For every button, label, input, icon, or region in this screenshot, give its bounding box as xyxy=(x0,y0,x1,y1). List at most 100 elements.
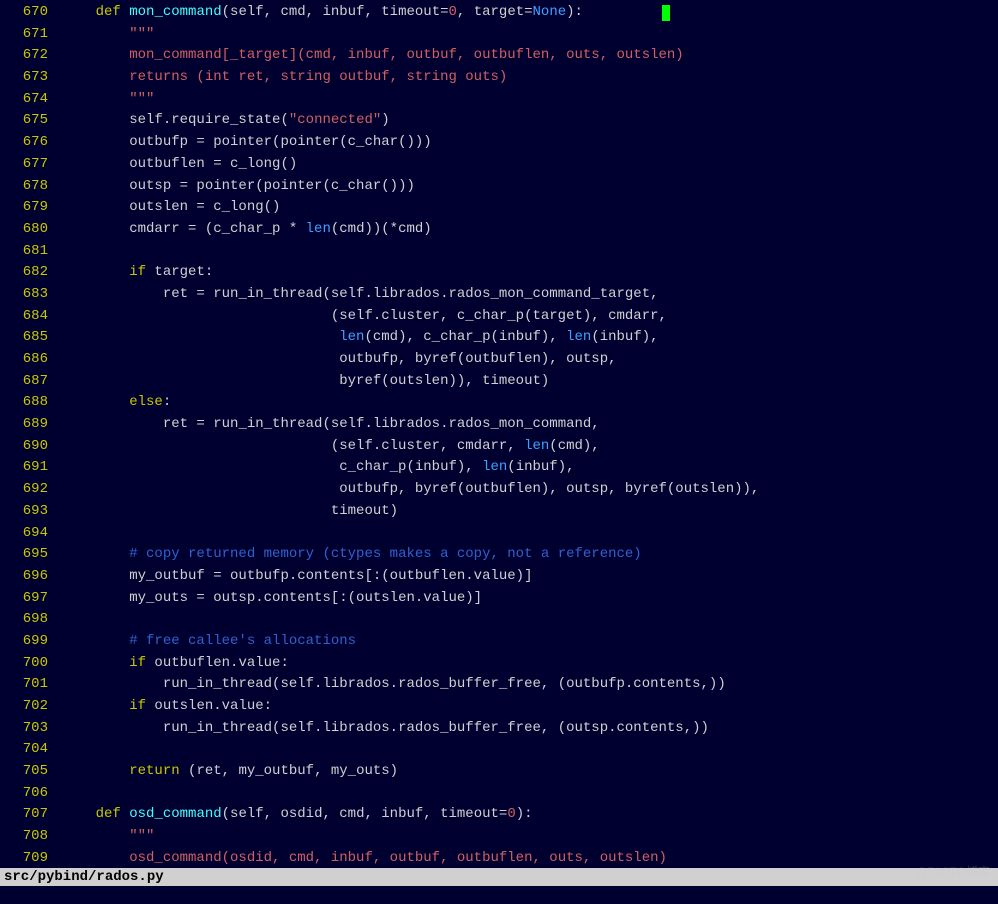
code-content[interactable]: if outbuflen.value: xyxy=(62,653,289,675)
line-number: 693 xyxy=(0,501,62,523)
code-content[interactable]: outbufp, byref(outbuflen), outsp, byref(… xyxy=(62,479,759,501)
code-content[interactable]: """ xyxy=(62,89,154,111)
code-content[interactable]: run_in_thread(self.librados.rados_buffer… xyxy=(62,718,709,740)
code-line[interactable]: 685 len(cmd), c_char_p(inbuf), len(inbuf… xyxy=(0,327,998,349)
code-content[interactable]: returns (int ret, string outbuf, string … xyxy=(62,67,507,89)
code-content[interactable]: def osd_command(self, osdid, cmd, inbuf,… xyxy=(62,804,533,826)
code-editor[interactable]: 670 def mon_command(self, cmd, inbuf, ti… xyxy=(0,0,998,870)
code-line[interactable]: 709 osd_command(osdid, cmd, inbuf, outbu… xyxy=(0,848,998,870)
line-number: 703 xyxy=(0,718,62,740)
code-content[interactable]: my_outs = outsp.contents[:(outslen.value… xyxy=(62,588,482,610)
code-content[interactable]: self.require_state("connected") xyxy=(62,110,390,132)
line-number: 672 xyxy=(0,45,62,67)
code-line[interactable]: 697 my_outs = outsp.contents[:(outslen.v… xyxy=(0,588,998,610)
code-content[interactable]: def mon_command(self, cmd, inbuf, timeou… xyxy=(62,2,583,24)
code-line[interactable]: 707 def osd_command(self, osdid, cmd, in… xyxy=(0,804,998,826)
code-line[interactable]: 693 timeout) xyxy=(0,501,998,523)
code-content[interactable]: byref(outslen)), timeout) xyxy=(62,371,549,393)
code-line[interactable]: 689 ret = run_in_thread(self.librados.ra… xyxy=(0,414,998,436)
line-number: 673 xyxy=(0,67,62,89)
code-line[interactable]: 670 def mon_command(self, cmd, inbuf, ti… xyxy=(0,2,998,24)
code-content[interactable]: return (ret, my_outbuf, my_outs) xyxy=(62,761,398,783)
line-number: 683 xyxy=(0,284,62,306)
code-line[interactable]: 692 outbufp, byref(outbuflen), outsp, by… xyxy=(0,479,998,501)
code-line[interactable]: 682 if target: xyxy=(0,262,998,284)
code-line[interactable]: 702 if outslen.value: xyxy=(0,696,998,718)
line-number: 679 xyxy=(0,197,62,219)
code-content[interactable]: osd_command(osdid, cmd, inbuf, outbuf, o… xyxy=(62,848,667,870)
code-content[interactable]: else: xyxy=(62,392,171,414)
line-number: 700 xyxy=(0,653,62,675)
code-line[interactable]: 698 xyxy=(0,609,998,631)
code-line[interactable]: 671 """ xyxy=(0,24,998,46)
line-number: 678 xyxy=(0,176,62,198)
code-line[interactable]: 686 outbufp, byref(outbuflen), outsp, xyxy=(0,349,998,371)
code-line[interactable]: 704 xyxy=(0,739,998,761)
code-line[interactable]: 700 if outbuflen.value: xyxy=(0,653,998,675)
line-number: 689 xyxy=(0,414,62,436)
line-number: 709 xyxy=(0,848,62,870)
code-line[interactable]: 679 outslen = c_long() xyxy=(0,197,998,219)
code-line[interactable]: 708 """ xyxy=(0,826,998,848)
code-line[interactable]: 705 return (ret, my_outbuf, my_outs) xyxy=(0,761,998,783)
code-content[interactable]: outbuflen = c_long() xyxy=(62,154,297,176)
line-number: 691 xyxy=(0,457,62,479)
code-content[interactable]: if outslen.value: xyxy=(62,696,272,718)
code-line[interactable]: 681 xyxy=(0,241,998,263)
code-content[interactable]: ret = run_in_thread(self.librados.rados_… xyxy=(62,414,600,436)
code-content[interactable]: run_in_thread(self.librados.rados_buffer… xyxy=(62,674,726,696)
code-line[interactable]: 694 xyxy=(0,523,998,545)
code-content[interactable]: outsp = pointer(pointer(c_char())) xyxy=(62,176,415,198)
code-line[interactable]: 684 (self.cluster, c_char_p(target), cmd… xyxy=(0,306,998,328)
line-number: 671 xyxy=(0,24,62,46)
line-number: 684 xyxy=(0,306,62,328)
code-content[interactable]: outbufp = pointer(pointer(c_char())) xyxy=(62,132,432,154)
code-line[interactable]: 690 (self.cluster, cmdarr, len(cmd), xyxy=(0,436,998,458)
line-number: 686 xyxy=(0,349,62,371)
code-content[interactable]: outbufp, byref(outbuflen), outsp, xyxy=(62,349,617,371)
code-line[interactable]: 673 returns (int ret, string outbuf, str… xyxy=(0,67,998,89)
line-number: 696 xyxy=(0,566,62,588)
code-content[interactable]: mon_command[_target](cmd, inbuf, outbuf,… xyxy=(62,45,684,67)
code-content[interactable]: (self.cluster, c_char_p(target), cmdarr, xyxy=(62,306,667,328)
line-number: 674 xyxy=(0,89,62,111)
code-line[interactable]: 699 # free callee's allocations xyxy=(0,631,998,653)
code-content[interactable]: outslen = c_long() xyxy=(62,197,280,219)
code-content[interactable]: cmdarr = (c_char_p * len(cmd))(*cmd) xyxy=(62,219,432,241)
code-content[interactable]: # free callee's allocations xyxy=(62,631,356,653)
line-number: 706 xyxy=(0,783,62,805)
line-number: 699 xyxy=(0,631,62,653)
code-content[interactable]: """ xyxy=(62,826,154,848)
code-content[interactable]: timeout) xyxy=(62,501,398,523)
code-line[interactable]: 678 outsp = pointer(pointer(c_char())) xyxy=(0,176,998,198)
code-content[interactable]: len(cmd), c_char_p(inbuf), len(inbuf), xyxy=(62,327,659,349)
file-path: src/pybind/rados.py xyxy=(4,869,164,885)
line-number: 708 xyxy=(0,826,62,848)
code-content[interactable]: ret = run_in_thread(self.librados.rados_… xyxy=(62,284,659,306)
code-content[interactable]: """ xyxy=(62,24,154,46)
command-line[interactable] xyxy=(0,886,998,904)
code-line[interactable]: 688 else: xyxy=(0,392,998,414)
code-content[interactable]: (self.cluster, cmdarr, len(cmd), xyxy=(62,436,600,458)
status-bar: src/pybind/rados.py xyxy=(0,868,998,886)
code-line[interactable]: 683 ret = run_in_thread(self.librados.ra… xyxy=(0,284,998,306)
code-line[interactable]: 677 outbuflen = c_long() xyxy=(0,154,998,176)
code-line[interactable]: 703 run_in_thread(self.librados.rados_bu… xyxy=(0,718,998,740)
code-line[interactable]: 695 # copy returned memory (ctypes makes… xyxy=(0,544,998,566)
code-line[interactable]: 672 mon_command[_target](cmd, inbuf, out… xyxy=(0,45,998,67)
code-content[interactable]: # copy returned memory (ctypes makes a c… xyxy=(62,544,642,566)
line-number: 705 xyxy=(0,761,62,783)
code-line[interactable]: 675 self.require_state("connected") xyxy=(0,110,998,132)
code-content[interactable]: if target: xyxy=(62,262,213,284)
code-line[interactable]: 687 byref(outslen)), timeout) xyxy=(0,371,998,393)
code-line[interactable]: 691 c_char_p(inbuf), len(inbuf), xyxy=(0,457,998,479)
code-content[interactable]: c_char_p(inbuf), len(inbuf), xyxy=(62,457,575,479)
code-line[interactable]: 706 xyxy=(0,783,998,805)
code-line[interactable]: 696 my_outbuf = outbufp.contents[:(outbu… xyxy=(0,566,998,588)
code-content[interactable]: my_outbuf = outbufp.contents[:(outbuflen… xyxy=(62,566,532,588)
line-number: 692 xyxy=(0,479,62,501)
code-line[interactable]: 676 outbufp = pointer(pointer(c_char())) xyxy=(0,132,998,154)
code-line[interactable]: 680 cmdarr = (c_char_p * len(cmd))(*cmd) xyxy=(0,219,998,241)
code-line[interactable]: 701 run_in_thread(self.librados.rados_bu… xyxy=(0,674,998,696)
code-line[interactable]: 674 """ xyxy=(0,89,998,111)
